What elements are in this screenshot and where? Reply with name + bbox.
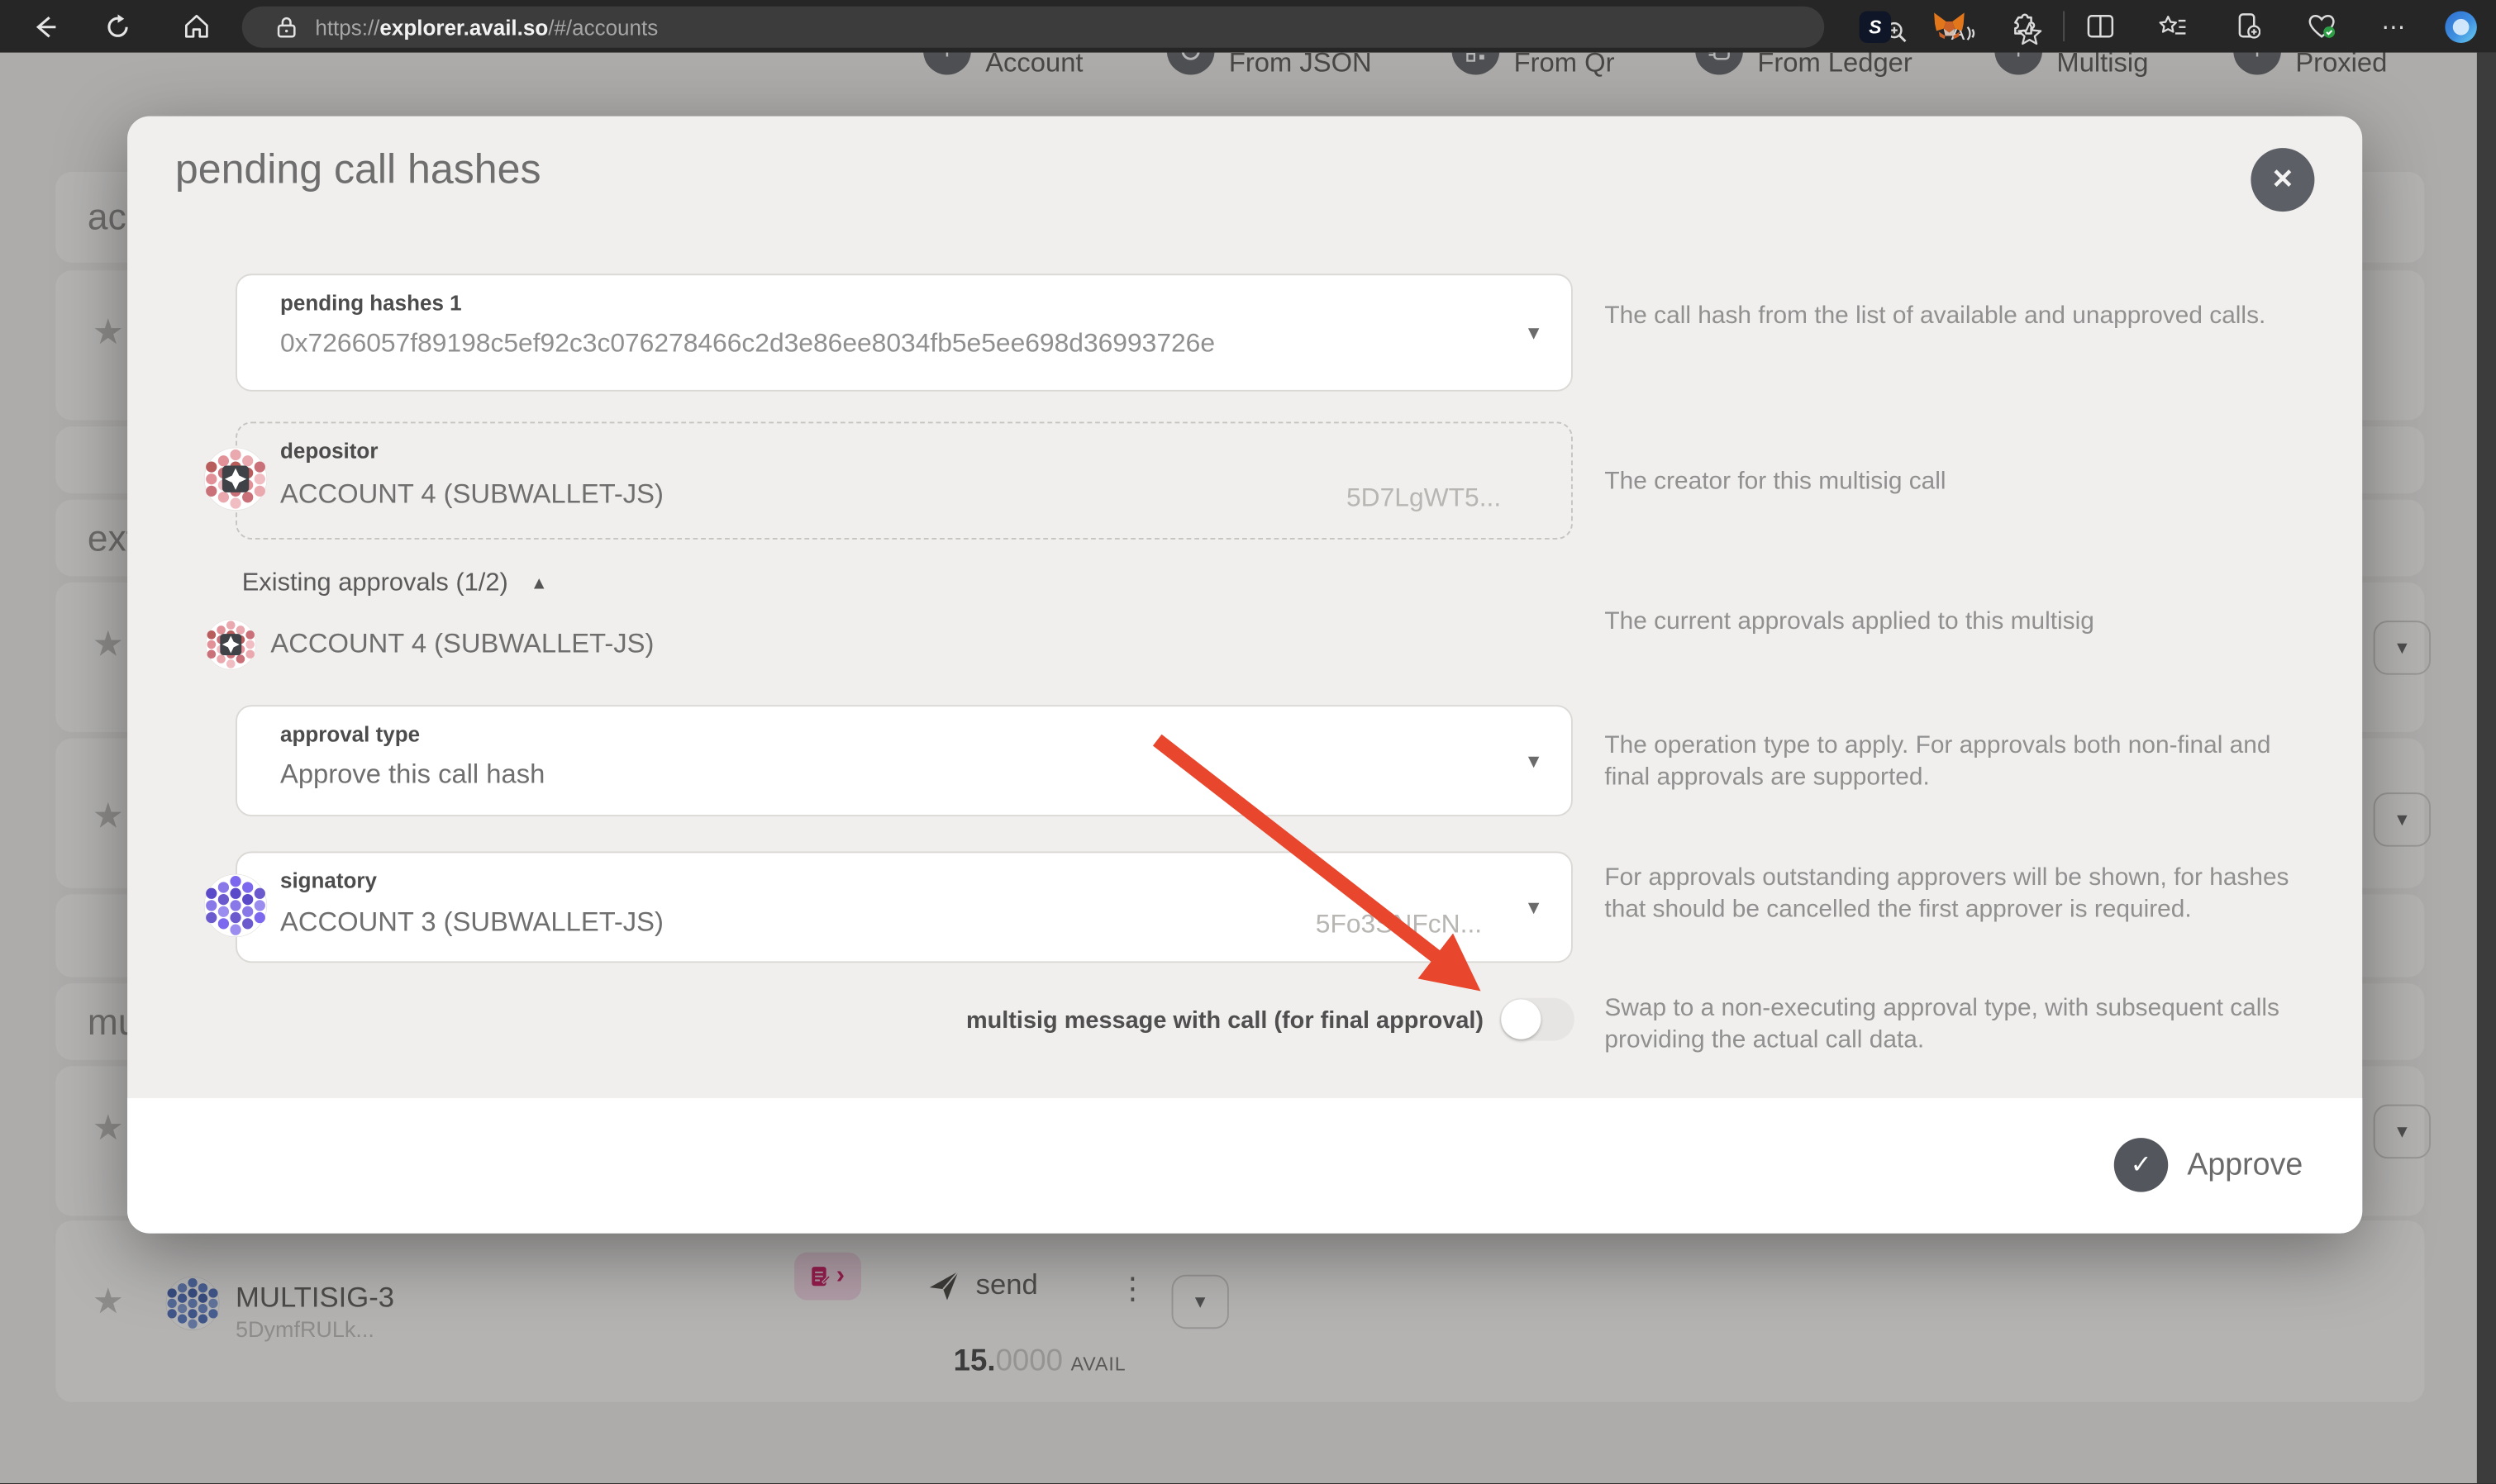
help-text: For approvals outstanding approvers will… <box>1604 863 2308 925</box>
approve-label: Approve <box>2187 1147 2303 1183</box>
help-text: Swap to a non-executing approval type, w… <box>1604 993 2308 1055</box>
toggle-knob <box>1501 1000 1541 1039</box>
split-screen-icon[interactable] <box>2082 0 2117 53</box>
approver-account: ACCOUNT 4 (SUBWALLET-JS) <box>270 629 654 661</box>
approval-type-value: Approve this call hash <box>280 759 545 792</box>
approval-type-select[interactable]: approval type Approve this call hash ▾ <box>236 705 1573 816</box>
send-to-device-icon[interactable] <box>2230 0 2265 53</box>
back-icon[interactable] <box>29 0 64 53</box>
multisig-message-toggle-label: multisig message with call (for final ap… <box>860 1007 1484 1035</box>
extensions-puzzle-icon[interactable] <box>2006 0 2041 53</box>
caret-up-icon: ▲ <box>531 574 548 593</box>
depositor-field: depositor ACCOUNT 4 (SUBWALLET-JS) 5D7Lg… <box>236 421 1573 540</box>
help-text: The creator for this multisig call <box>1604 466 2308 497</box>
call-hash-value: 0x7266057f89198c5ef92c3c076278466c2d3e86… <box>280 330 1215 360</box>
home-icon[interactable] <box>179 0 213 53</box>
multisig-message-toggle[interactable] <box>1499 998 1574 1041</box>
favorites-list-icon[interactable] <box>2155 0 2190 53</box>
lock-icon <box>277 16 296 38</box>
caret-down-icon: ▾ <box>1528 893 1540 920</box>
caret-down-icon: ▾ <box>1528 319 1540 346</box>
window-edge <box>2477 53 2496 1483</box>
toolbar-divider <box>2063 11 2065 41</box>
pending-call-hashes-modal: pending call hashes ✕ pending hashes 1 0… <box>127 117 2362 1234</box>
field-label: depositor <box>280 440 378 464</box>
help-text: The call hash from the list of available… <box>1604 301 2308 332</box>
existing-approvals-toggle[interactable]: Existing approvals (1/2) ▲ <box>242 570 548 599</box>
help-text: The current approvals applied to this mu… <box>1604 606 2308 638</box>
depositor-account: ACCOUNT 4 (SUBWALLET-JS) <box>280 479 664 511</box>
approvals-label: Existing approvals (1/2) <box>242 570 508 599</box>
depositor-identicon <box>204 447 268 511</box>
approver-identicon <box>205 619 256 670</box>
settings-menu-icon[interactable]: ⋯ <box>2376 0 2411 53</box>
browser-toolbar: https://explorer.avail.so/#/accounts A S <box>0 0 2496 53</box>
help-text: The operation type to apply. For approva… <box>1604 730 2308 792</box>
caret-down-icon: ▾ <box>1528 747 1540 774</box>
pending-hash-select[interactable]: pending hashes 1 0x7266057f89198c5ef92c3… <box>236 273 1573 392</box>
modal-footer: ✓ Approve <box>127 1098 2362 1234</box>
signatory-select[interactable]: signatory ACCOUNT 3 (SUBWALLET-JS) 5Fo3S… <box>236 851 1573 963</box>
browser-essentials-icon[interactable] <box>2302 0 2340 53</box>
copilot-icon[interactable] <box>2441 0 2482 53</box>
metamask-extension-icon[interactable] <box>1929 0 1967 53</box>
signatory-identicon <box>204 873 268 937</box>
field-label: pending hashes 1 <box>280 291 462 315</box>
refresh-icon[interactable] <box>100 0 135 53</box>
approve-button[interactable]: ✓ Approve <box>2114 1138 2303 1191</box>
field-label: signatory <box>280 869 377 893</box>
url-text[interactable]: https://explorer.avail.so/#/accounts <box>315 15 658 39</box>
address-bar[interactable]: https://explorer.avail.so/#/accounts A <box>242 7 1824 48</box>
signatory-short-address: 5Fo3SNFcN... <box>1316 911 1482 941</box>
close-button[interactable]: ✕ <box>2251 148 2314 212</box>
modal-title: pending call hashes <box>175 145 541 194</box>
signatory-account: ACCOUNT 3 (SUBWALLET-JS) <box>280 907 664 939</box>
subwallet-extension-icon[interactable]: S <box>1858 0 1893 53</box>
close-icon: ✕ <box>2271 164 2294 196</box>
depositor-short-address: 5D7LgWT5... <box>1346 484 1501 515</box>
screen: https://explorer.avail.so/#/accounts A S <box>0 0 2496 1483</box>
field-label: approval type <box>280 722 420 746</box>
check-icon: ✓ <box>2114 1138 2168 1191</box>
